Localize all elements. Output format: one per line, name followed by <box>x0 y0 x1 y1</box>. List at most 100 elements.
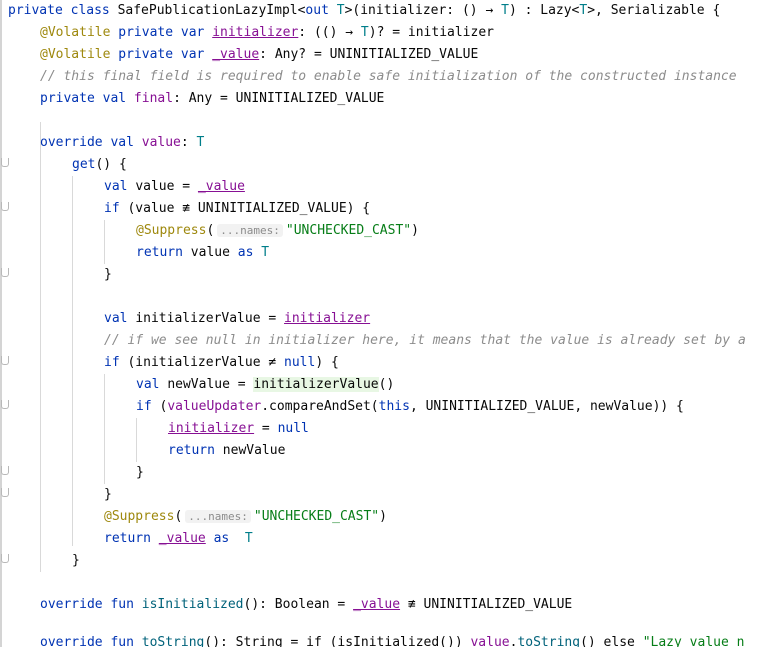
token: T <box>196 135 205 150</box>
indent-guide <box>72 176 73 546</box>
token: private var <box>110 47 213 62</box>
token: as <box>237 245 262 260</box>
code-line[interactable]: if (value ≢ UNINITIALIZED_VALUE) { <box>104 198 370 220</box>
code-line[interactable]: @Volatile private var _value: Any? = UNI… <box>40 44 478 66</box>
token: _value <box>197 179 245 194</box>
code-comment[interactable]: // this final field is required to enabl… <box>40 66 737 88</box>
code-line[interactable]: initializer = null <box>168 418 309 440</box>
token: T <box>336 3 345 18</box>
token: } <box>72 553 80 568</box>
token: ) { <box>315 355 339 370</box>
parameter-hint: ...names: <box>217 224 283 237</box>
token: valueUpdater <box>167 399 262 414</box>
token: value <box>141 135 181 150</box>
token: null <box>277 421 309 436</box>
token: final <box>133 91 174 106</box>
token: return <box>104 531 159 546</box>
code-line[interactable]: val value = _value <box>104 176 245 198</box>
code-line[interactable]: val newValue = initializerValue() <box>136 374 394 396</box>
token: (value <box>127 201 183 216</box>
token: , UNINITIALIZED_VALUE, newValue)) { <box>409 399 684 414</box>
indent-guide <box>104 220 105 264</box>
token: val <box>136 377 168 392</box>
fold-marker-icon[interactable] <box>1 554 9 563</box>
token: value <box>190 245 238 260</box>
token: ( <box>206 223 215 238</box>
indent-guide <box>104 374 105 484</box>
token: return <box>136 245 191 260</box>
token: ) <box>379 509 387 524</box>
token: () <box>378 377 395 392</box>
token: toString <box>517 635 581 647</box>
code-line[interactable]: } <box>104 264 112 286</box>
code-line[interactable]: if (valueUpdater.compareAndSet(this, UNI… <box>136 396 684 418</box>
token: return <box>168 443 223 458</box>
code-line[interactable]: private class SafePublicationLazyImpl<ou… <box>8 0 720 22</box>
token: "UNCHECKED_CAST" <box>253 509 380 524</box>
parameter-hint: ...names: <box>185 510 251 523</box>
token: override val <box>40 135 142 150</box>
code-line[interactable]: } <box>72 550 80 572</box>
token: null <box>284 355 316 370</box>
code-line[interactable]: return _value as T <box>104 528 253 550</box>
token: "Lazy value n <box>642 635 745 647</box>
token: _value <box>353 597 401 612</box>
token: _value <box>158 531 206 546</box>
token: if <box>136 399 160 414</box>
token: this <box>378 399 410 414</box>
code-line[interactable]: private val final: Any = UNINITIALIZED_V… <box>40 88 384 110</box>
code-line[interactable]: @Suppress(...names: "UNCHECKED_CAST") <box>136 220 419 242</box>
token: private var <box>110 25 213 40</box>
token: private class <box>8 3 118 18</box>
token: initializerValue = <box>135 311 285 326</box>
token: } <box>136 465 144 480</box>
token: isInitialized <box>141 597 244 612</box>
code-line[interactable]: get() { <box>72 154 127 176</box>
token: newValue <box>222 443 286 458</box>
token: : Any? = UNINITIALIZED_VALUE <box>259 47 479 62</box>
fold-marker-icon[interactable] <box>1 356 9 365</box>
token: (): String = if (isInitialized()) <box>204 635 471 647</box>
code-line[interactable]: override val value: T <box>40 132 204 154</box>
token: → <box>345 25 354 40</box>
token: val <box>104 311 136 326</box>
token: initializerValue <box>253 377 379 392</box>
token: .compareAndSet( <box>261 399 379 414</box>
fold-marker-icon[interactable] <box>1 400 9 409</box>
code-line[interactable]: return newValue <box>168 440 285 462</box>
fold-marker-icon[interactable] <box>1 466 9 475</box>
token: @Volatile <box>40 47 111 62</box>
code-comment[interactable]: // if we see null in initializer here, i… <box>104 330 746 352</box>
code-line[interactable]: val initializerValue = initializer <box>104 308 370 330</box>
code-line[interactable]: return value as T <box>136 242 269 264</box>
token: @Suppress <box>104 509 175 524</box>
token: )? = initializer <box>368 25 494 40</box>
token: newValue = <box>167 377 254 392</box>
code-line[interactable]: @Suppress(...names: "UNCHECKED_CAST") <box>104 506 387 528</box>
token: >(initializer: () <box>344 3 486 18</box>
fold-marker-icon[interactable] <box>1 488 9 497</box>
fold-marker-icon[interactable] <box>1 202 9 211</box>
indent-guide <box>136 418 137 462</box>
token: SafePublicationLazyImpl <box>117 3 298 18</box>
code-line[interactable]: override fun isInitialized(): Boolean = … <box>40 594 572 616</box>
code-line[interactable]: } <box>136 462 144 484</box>
code-line[interactable]: @Volatile private var initializer: (() →… <box>40 22 494 44</box>
code-editor[interactable]: private class SafePublicationLazyImpl<ou… <box>0 0 761 647</box>
token: _value <box>212 47 260 62</box>
code-line[interactable]: if (initializerValue ≠ null) { <box>104 352 339 374</box>
token: : Any = UNINITIALIZED_VALUE <box>173 91 385 106</box>
fold-marker-icon[interactable] <box>1 158 9 167</box>
token: : (() <box>298 25 346 40</box>
code-line[interactable]: override fun toString(): String = if (is… <box>40 632 744 647</box>
fold-marker-icon[interactable] <box>1 268 9 277</box>
token: ≢ <box>182 201 191 216</box>
code-line[interactable]: } <box>104 484 112 506</box>
gutter <box>0 0 2 647</box>
token: initializer <box>284 311 371 326</box>
